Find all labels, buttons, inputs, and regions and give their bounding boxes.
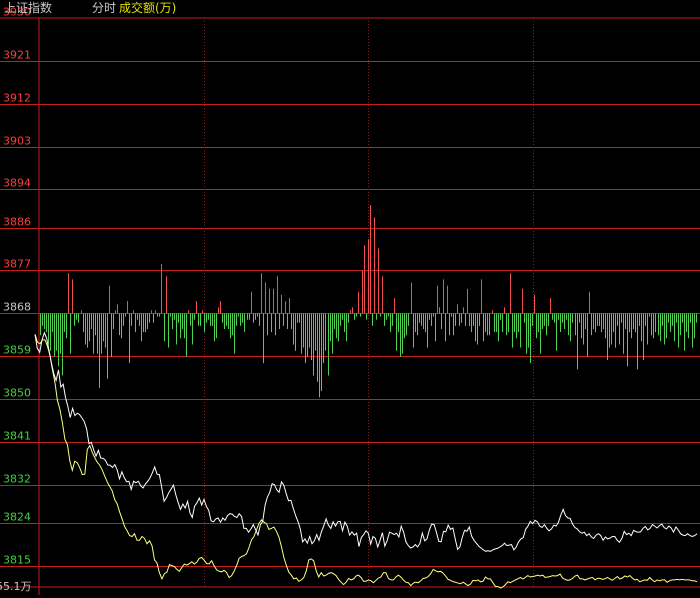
intraday-chart[interactable]: 3930392139123903389438863877386838593850… [0,0,700,598]
y-tick-label: 3894 [3,177,31,190]
y-tick-label: 3903 [3,135,31,148]
y-tick-label: 3921 [3,49,31,62]
y-tick-label: 3832 [3,473,31,486]
y-tick-label: 3912 [3,92,31,105]
index-name: 上证指数 [4,1,53,15]
series-line-avg [34,334,698,589]
chart-grid [0,17,700,595]
y-tick-label: 3815 [3,554,31,567]
y-axis-ticks: 3930392139123903389438863877386838593850… [3,6,31,567]
y-tick-label: 3841 [3,430,31,443]
y-tick-label: 3868 [3,301,31,314]
y-tick-label: 3824 [3,511,31,524]
volume-scale-label: 55.1万 [0,580,32,593]
y-tick-label: 3877 [3,258,31,271]
mode-label: 分时 [92,1,117,15]
y-tick-label: 3850 [3,387,31,400]
price-lines [34,331,698,589]
indicator-label: 成交额(万) [119,1,177,15]
volume-bars [40,205,697,398]
y-tick-label: 3859 [3,344,31,357]
y-tick-label: 3886 [3,216,31,229]
